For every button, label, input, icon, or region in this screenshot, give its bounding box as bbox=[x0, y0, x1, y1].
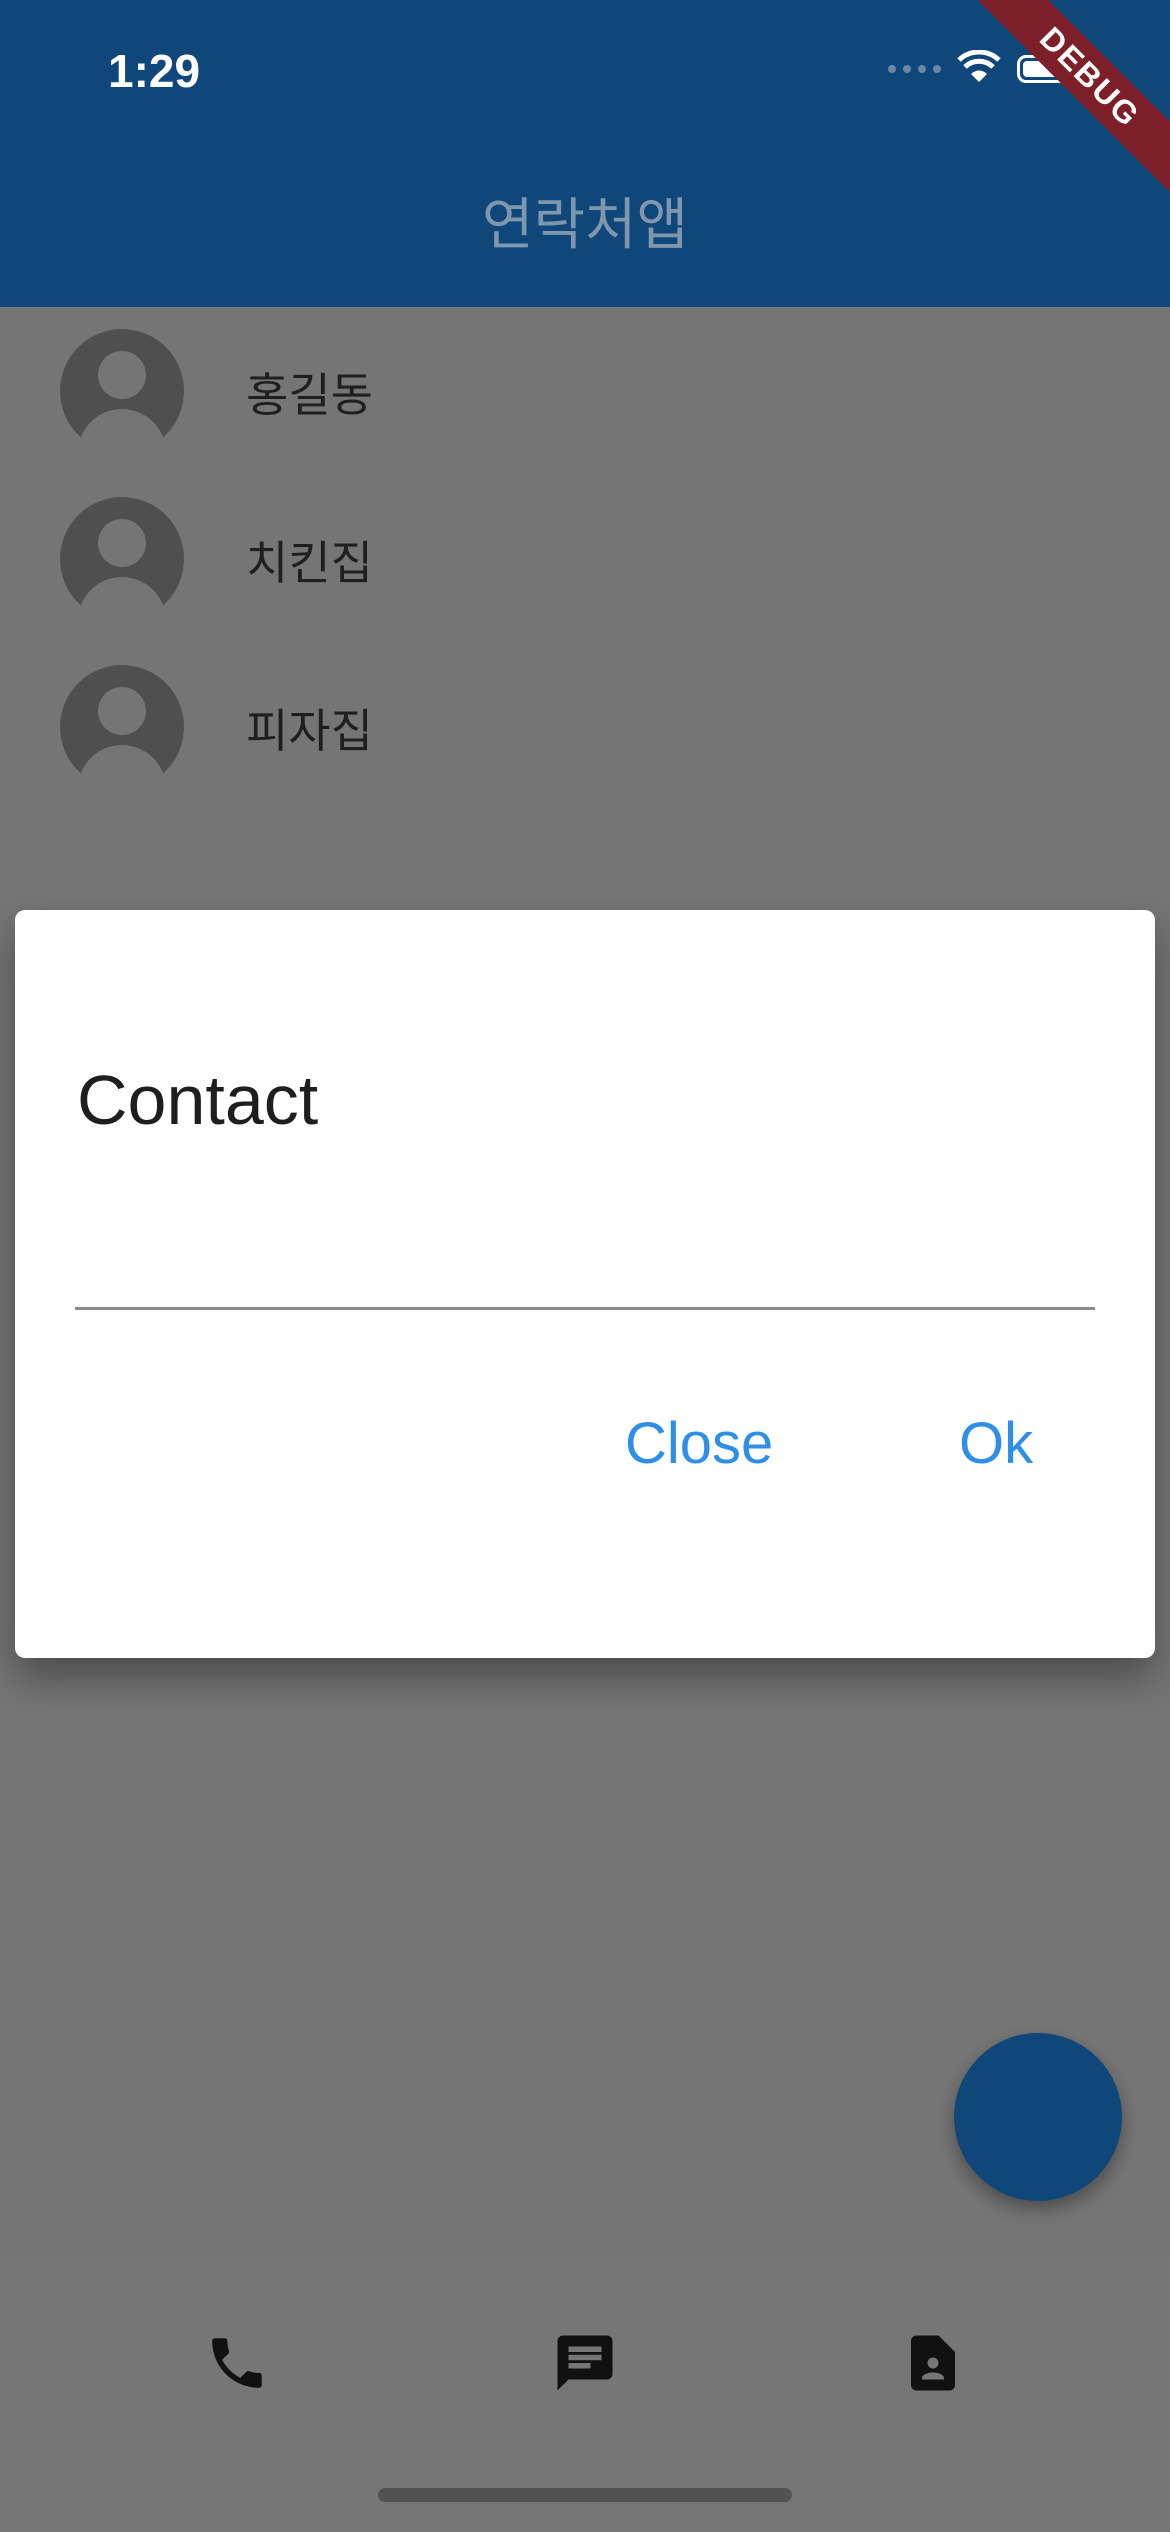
status-time: 1:29 bbox=[108, 45, 201, 97]
contact-name: 치킨집 bbox=[246, 536, 373, 590]
signal-icon bbox=[888, 65, 941, 73]
message-icon bbox=[552, 2330, 618, 2400]
debug-banner: DEBUG bbox=[966, 0, 1170, 201]
home-indicator[interactable] bbox=[378, 2488, 792, 2502]
list-item[interactable]: 치킨집 bbox=[0, 475, 1170, 643]
wifi-icon bbox=[957, 49, 1001, 88]
nav-call-button[interactable] bbox=[192, 2320, 282, 2410]
person-avatar-icon bbox=[60, 497, 184, 621]
contact-name: 홍길동 bbox=[246, 368, 373, 422]
dialog-title: Contact bbox=[77, 1061, 319, 1139]
contact-card-icon bbox=[900, 2330, 966, 2400]
list-item[interactable]: 피자집 bbox=[0, 643, 1170, 811]
phone-icon bbox=[204, 2330, 270, 2400]
contact-name: 피자집 bbox=[246, 704, 373, 758]
contact-dialog: Contact Close Ok bbox=[15, 910, 1155, 1658]
nav-message-button[interactable] bbox=[540, 2320, 630, 2410]
close-button[interactable]: Close bbox=[625, 1410, 773, 1477]
contact-input[interactable] bbox=[75, 1240, 1095, 1310]
app-title: 연락처앱 bbox=[481, 193, 689, 258]
ok-button[interactable]: Ok bbox=[959, 1410, 1033, 1477]
person-avatar-icon bbox=[60, 329, 184, 453]
person-avatar-icon bbox=[60, 665, 184, 789]
contact-list: 홍길동 치킨집 피자집 bbox=[0, 307, 1170, 811]
list-item[interactable]: 홍길동 bbox=[0, 307, 1170, 475]
floating-action-button[interactable] bbox=[954, 2033, 1122, 2201]
app-bar: 1:29 연락처앱 DEBUG bbox=[0, 0, 1170, 307]
nav-contact-button[interactable] bbox=[888, 2320, 978, 2410]
